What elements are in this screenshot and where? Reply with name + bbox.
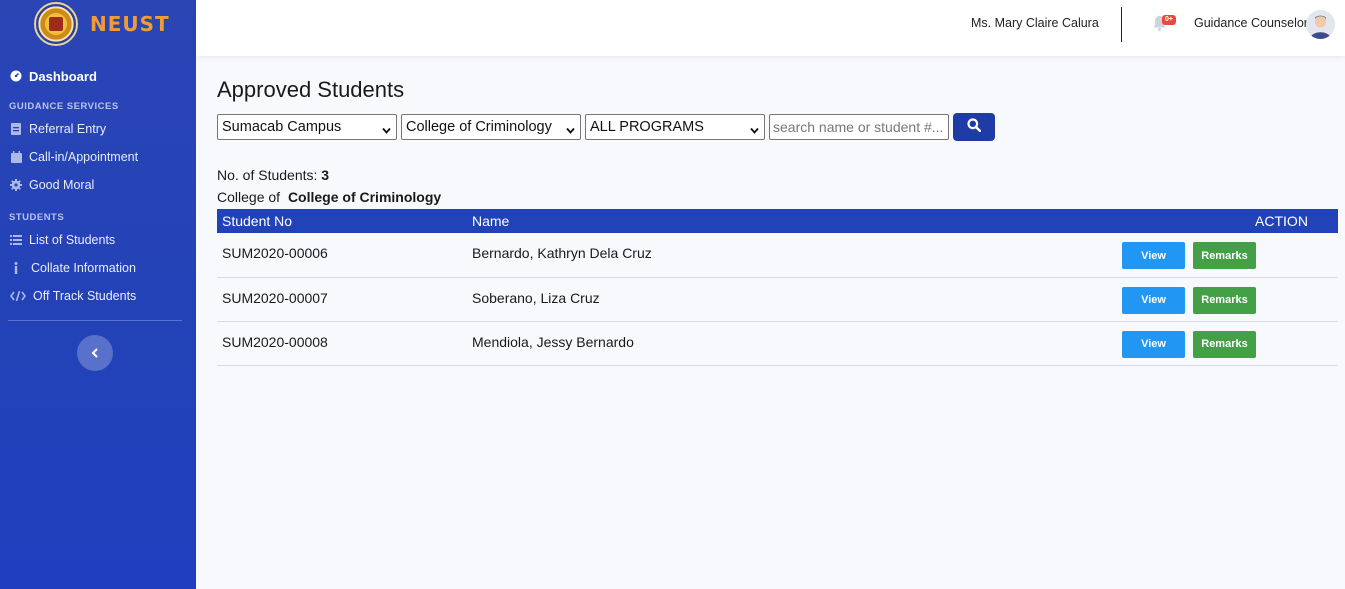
cell-actions: View Remarks <box>987 321 1338 365</box>
sidebar-item-label: Good Moral <box>29 178 95 192</box>
sidebar-item-label: List of Students <box>29 233 116 247</box>
cell-student-no: SUM2020-00006 <box>222 245 328 261</box>
sidebar: NEUST Dashboard GUIDANCE SERVICES Referr… <box>0 0 196 589</box>
student-count-label: No. of Students: <box>217 167 318 183</box>
view-button[interactable]: View <box>1122 286 1185 314</box>
section-heading-guidance: GUIDANCE SERVICES <box>9 100 119 112</box>
sidebar-item-good-moral[interactable]: Good Moral <box>0 171 196 199</box>
search-icon <box>967 117 982 137</box>
college-line: College of College of Criminology <box>217 189 1338 205</box>
sidebar-item-label: Dashboard <box>29 68 97 84</box>
sidebar-item-list-of-students[interactable]: List of Students <box>0 226 196 254</box>
sidebar-item-call-in-appointment[interactable]: Call-in/Appointment <box>0 143 196 171</box>
brand[interactable]: NEUST <box>0 0 196 48</box>
dashboard-icon <box>9 69 23 83</box>
cell-actions: View Remarks <box>987 277 1338 321</box>
cell-student-no: SUM2020-00008 <box>222 333 328 350</box>
cell-student-no: SUM2020-00007 <box>222 289 328 306</box>
table-row: SUM2020-00007 Soberano, Liza Cruz View R… <box>217 277 1338 321</box>
sidebar-item-label: Collate Information <box>31 261 136 275</box>
cell-name: Bernardo, Kathryn Dela Cruz <box>472 245 652 261</box>
students-table: Student No Name ACTION SUM2020-00006 Ber… <box>217 209 1338 366</box>
search-input[interactable] <box>769 114 949 140</box>
user-role[interactable]: Guidance Counselor <box>1194 16 1308 30</box>
sidebar-item-referral-entry[interactable]: Referral Entry <box>0 115 196 143</box>
list-icon <box>9 233 23 247</box>
table-row: SUM2020-00006 Bernardo, Kathryn Dela Cru… <box>217 233 1338 277</box>
page-title: Approved Students <box>217 77 405 102</box>
remarks-button[interactable]: Remarks <box>1193 330 1256 358</box>
chevron-down-icon <box>566 123 575 134</box>
code-icon <box>9 289 27 303</box>
university-logo <box>34 2 78 46</box>
filter-bar: Sumacab Campus College of Criminology AL… <box>217 113 1338 141</box>
sidebar-item-label: Off Track Students <box>33 289 137 303</box>
chevron-down-icon <box>382 123 391 134</box>
avatar[interactable] <box>1306 10 1335 39</box>
campus-select[interactable]: Sumacab Campus <box>217 114 397 140</box>
college-select[interactable]: College of Criminology <box>401 114 581 140</box>
view-button[interactable]: View <box>1122 242 1185 269</box>
topbar-divider <box>1121 7 1122 42</box>
cell-actions: View Remarks <box>987 233 1338 277</box>
program-select-value: ALL PROGRAMS <box>590 119 704 135</box>
chevron-down-icon <box>750 123 759 134</box>
sidebar-item-label: Call-in/Appointment <box>29 150 139 164</box>
cell-name: Mendiola, Jessy Bernardo <box>472 333 634 350</box>
brand-name: NEUST <box>90 12 170 36</box>
program-select[interactable]: ALL PROGRAMS <box>585 114 765 140</box>
college-label: College of <box>217 189 281 205</box>
sidebar-item-label: Referral Entry <box>29 122 107 136</box>
sidebar-item-collate-information[interactable]: Collate Information <box>0 254 196 282</box>
file-icon <box>9 122 23 136</box>
view-button[interactable]: View <box>1122 330 1185 358</box>
sidebar-divider <box>8 320 182 321</box>
calendar-icon <box>9 150 23 164</box>
column-header-student-no: Student No <box>222 213 293 229</box>
main-content: Approved Students Sumacab Campus College… <box>217 56 1338 366</box>
notification-badge: 0+ <box>1162 15 1176 25</box>
student-count-value: 3 <box>321 167 330 183</box>
sidebar-nav: Dashboard GUIDANCE SERVICES Referral Ent… <box>0 62 196 321</box>
remarks-button[interactable]: Remarks <box>1193 286 1256 314</box>
sidebar-item-off-track-students[interactable]: Off Track Students <box>0 282 196 310</box>
gear-icon <box>9 178 23 192</box>
sidebar-toggle-button[interactable] <box>77 335 113 371</box>
campus-select-value: Sumacab Campus <box>222 119 342 135</box>
column-header-action: ACTION <box>1255 213 1308 229</box>
section-heading-students: STUDENTS <box>9 211 65 223</box>
user-name[interactable]: Ms. Mary Claire Calura <box>971 16 1099 30</box>
info-icon <box>9 261 23 275</box>
student-count: No. of Students: 3 <box>217 167 1338 183</box>
column-header-name: Name <box>472 213 510 229</box>
search-button[interactable] <box>953 113 995 141</box>
cell-name: Soberano, Liza Cruz <box>472 289 600 306</box>
remarks-button[interactable]: Remarks <box>1193 242 1256 269</box>
college-value: College of Criminology <box>287 189 442 205</box>
table-row: SUM2020-00008 Mendiola, Jessy Bernardo V… <box>217 321 1338 365</box>
chevron-left-icon <box>91 345 99 361</box>
topbar: Ms. Mary Claire Calura 0+ Guidance Couns… <box>196 0 1345 56</box>
sidebar-item-dashboard[interactable]: Dashboard <box>0 62 196 90</box>
table-header-row: Student No Name ACTION <box>217 209 1338 233</box>
college-select-value: College of Criminology <box>406 119 552 135</box>
